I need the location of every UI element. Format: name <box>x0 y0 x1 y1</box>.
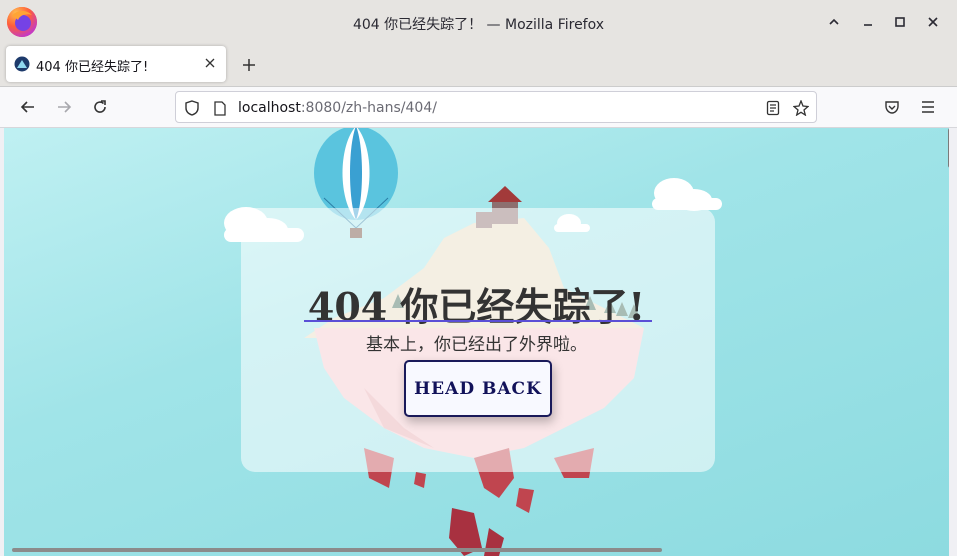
tab-close-icon[interactable] <box>202 55 218 71</box>
back-arrow-icon[interactable] <box>17 96 39 118</box>
star-icon[interactable] <box>793 100 809 116</box>
close-icon[interactable] <box>923 12 943 32</box>
navigation-bar: localhost:8080/zh-hans/404/ <box>0 87 957 128</box>
url-path: :8080/zh-hans/404/ <box>300 100 437 116</box>
shield-icon[interactable] <box>184 100 200 116</box>
site-favicon-icon <box>14 56 30 72</box>
tab-404[interactable]: 404 你已经失踪了! <box>6 46 226 82</box>
tab-title: 404 你已经失踪了! <box>36 60 149 75</box>
maximize-icon[interactable] <box>890 12 910 32</box>
url-host: localhost <box>238 100 301 116</box>
reader-view-icon[interactable] <box>765 100 781 116</box>
hamburger-menu-icon[interactable] <box>917 96 939 118</box>
tab-strip: 404 你已经失踪了! <box>0 44 957 87</box>
title-bar: 404 你已经失踪了！ — Mozilla Firefox <box>0 0 957 44</box>
horizontal-scrollbar[interactable] <box>12 548 662 552</box>
error-subheading: 基本上，你已经出了外界啦。 <box>366 335 587 355</box>
reload-icon[interactable] <box>89 96 111 118</box>
heading-underline <box>304 320 652 322</box>
chevron-up-icon[interactable] <box>824 12 844 32</box>
vertical-scrollbar[interactable] <box>948 128 949 168</box>
page-icon[interactable] <box>212 100 228 116</box>
window-title: 404 你已经失踪了！ — Mozilla Firefox <box>352 17 605 33</box>
minimize-icon[interactable] <box>858 12 878 32</box>
forward-arrow-icon[interactable] <box>53 96 75 118</box>
page-content: 404 你已经失踪了! 基本上，你已经出了外界啦。 HEAD BACK <box>4 128 949 556</box>
new-tab-icon[interactable] <box>238 54 260 76</box>
url-text[interactable]: localhost:8080/zh-hans/404/ <box>238 100 437 116</box>
error-heading: 404 你已经失踪了! <box>307 284 646 329</box>
head-back-button[interactable]: HEAD BACK <box>404 360 552 417</box>
pocket-icon[interactable] <box>881 96 903 118</box>
url-bar[interactable]: localhost:8080/zh-hans/404/ <box>175 91 817 123</box>
